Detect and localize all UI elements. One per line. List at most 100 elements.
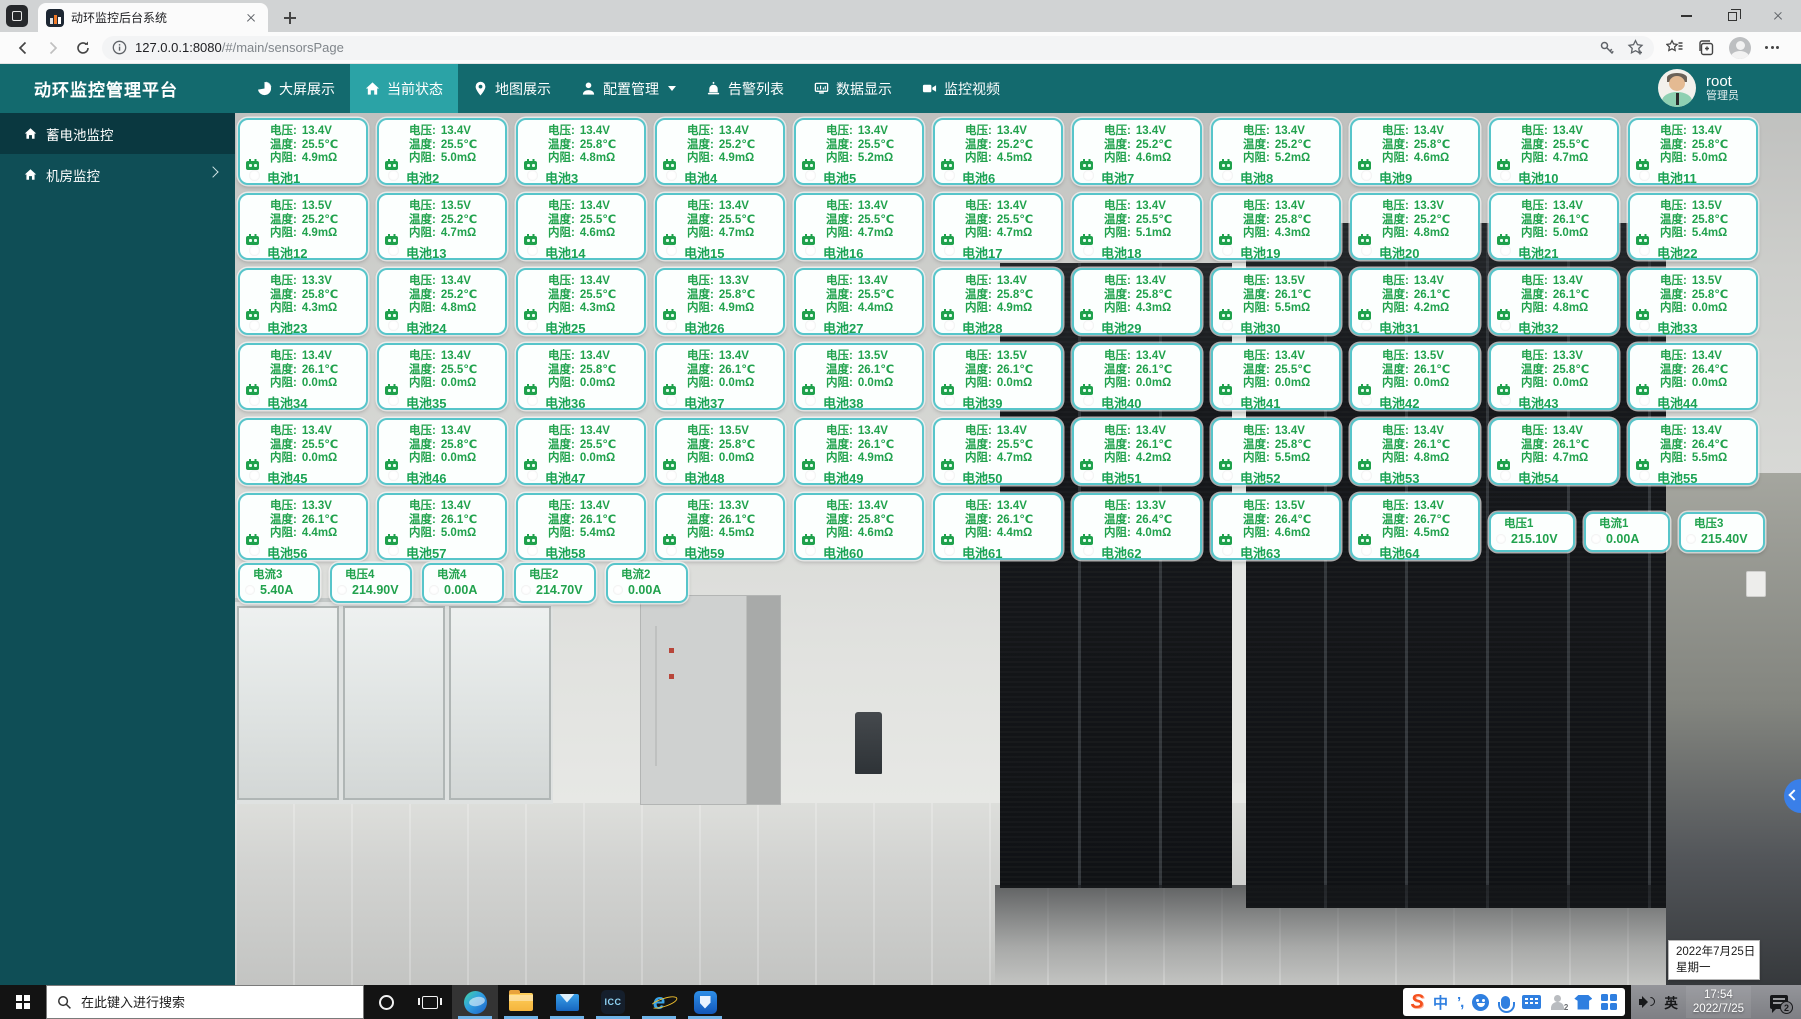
sidebar-item-room-monitor[interactable]: 机房监控	[0, 154, 235, 195]
battery-card[interactable]: 电压:13.4V 温度:25.5℃ 内阻:0.0mΩ 电池47	[516, 418, 646, 485]
soft-keyboard-icon[interactable]	[1522, 995, 1541, 1009]
battery-card[interactable]: 电压:13.4V 温度:25.8℃ 内阻:4.6mΩ 电池60	[794, 493, 924, 560]
battery-card[interactable]: 电压:13.4V 温度:25.2℃ 内阻:4.6mΩ 电池7	[1072, 118, 1202, 185]
emoji-icon[interactable]	[1472, 994, 1489, 1011]
battery-card[interactable]: 电压:13.4V 温度:26.1℃ 内阻:0.0mΩ 电池34	[238, 343, 368, 410]
battery-card[interactable]: 电压:13.4V 温度:25.8℃ 内阻:0.0mΩ 电池46	[377, 418, 507, 485]
sensor-card[interactable]: 电压3 215.40V	[1679, 512, 1765, 552]
battery-card[interactable]: 电压:13.4V 温度:26.4℃ 内阻:5.5mΩ 电池55	[1628, 418, 1758, 485]
sogou-logo-icon[interactable]: S	[1411, 992, 1424, 1012]
taskbar-app-internet-explorer[interactable]: e	[636, 985, 682, 1019]
taskbar-app-security[interactable]	[682, 985, 728, 1019]
battery-card[interactable]: 电压:13.4V 温度:25.5℃ 内阻:0.0mΩ 电池45	[238, 418, 368, 485]
nav-item-video[interactable]: 监控视频	[907, 64, 1015, 113]
battery-card[interactable]: 电压:13.4V 温度:25.8℃ 内阻:4.3mΩ 电池29	[1072, 268, 1202, 335]
battery-card[interactable]: 电压:13.4V 温度:26.1℃ 内阻:4.8mΩ 电池53	[1350, 418, 1480, 485]
battery-card[interactable]: 电压:13.4V 温度:25.5℃ 内阻:5.1mΩ 电池18	[1072, 193, 1202, 260]
volume-icon[interactable]	[1639, 995, 1656, 1009]
battery-card[interactable]: 电压:13.3V 温度:26.1℃ 内阻:4.5mΩ 电池59	[655, 493, 785, 560]
favorites-bar-icon[interactable]	[1666, 39, 1683, 56]
nav-item-alarms[interactable]: 告警列表	[691, 64, 799, 113]
battery-card[interactable]: 电压:13.4V 温度:26.1℃ 内阻:4.2mΩ 电池51	[1072, 418, 1202, 485]
battery-card[interactable]: 电压:13.4V 温度:25.5℃ 内阻:4.6mΩ 电池14	[516, 193, 646, 260]
battery-card[interactable]: 电压:13.4V 温度:25.2℃ 内阻:4.5mΩ 电池6	[933, 118, 1063, 185]
battery-card[interactable]: 电压:13.4V 温度:25.5℃ 内阻:5.2mΩ 电池5	[794, 118, 924, 185]
battery-card[interactable]: 电压:13.4V 温度:26.1℃ 内阻:4.7mΩ 电池54	[1489, 418, 1619, 485]
battery-card[interactable]: 电压:13.4V 温度:25.2℃ 内阻:5.2mΩ 电池8	[1211, 118, 1341, 185]
battery-card[interactable]: 电压:13.4V 温度:25.8℃ 内阻:0.0mΩ 电池36	[516, 343, 646, 410]
search-input[interactable]	[81, 995, 331, 1010]
battery-card[interactable]: 电压:13.5V 温度:25.2℃ 内阻:4.9mΩ 电池12	[238, 193, 368, 260]
sensor-card[interactable]: 电流1 0.00A	[1584, 512, 1670, 552]
taskbar-app-icc[interactable]: ICC	[590, 985, 636, 1019]
battery-card[interactable]: 电压:13.5V 温度:26.1℃ 内阻:0.0mΩ 电池42	[1350, 343, 1480, 410]
battery-card[interactable]: 电压:13.4V 温度:26.1℃ 内阻:0.0mΩ 电池37	[655, 343, 785, 410]
sensor-card[interactable]: 电流3 5.40A	[238, 563, 320, 603]
back-button[interactable]	[8, 35, 38, 61]
battery-card[interactable]: 电压:13.4V 温度:25.8℃ 内阻:4.3mΩ 电池19	[1211, 193, 1341, 260]
nav-item-big-screen[interactable]: 大屏展示	[242, 64, 350, 113]
user-box[interactable]: root 管理员	[1658, 69, 1739, 107]
battery-card[interactable]: 电压:13.4V 温度:26.1℃ 内阻:4.4mΩ 电池61	[933, 493, 1063, 560]
battery-card[interactable]: 电压:13.3V 温度:25.8℃ 内阻:0.0mΩ 电池43	[1489, 343, 1619, 410]
password-key-icon[interactable]	[1599, 40, 1615, 56]
nav-item-data-display[interactable]: 数据显示	[799, 64, 907, 113]
sensor-card[interactable]: 电流2 0.00A	[606, 563, 688, 603]
battery-card[interactable]: 电压:13.4V 温度:25.5℃ 内阻:4.7mΩ 电池15	[655, 193, 785, 260]
battery-card[interactable]: 电压:13.4V 温度:26.1℃ 内阻:0.0mΩ 电池40	[1072, 343, 1202, 410]
ime-punctuation-mode[interactable]: ’,	[1457, 994, 1463, 1011]
ime-toolbox-icon[interactable]	[1601, 994, 1617, 1010]
taskbar-app-file-explorer[interactable]	[498, 985, 544, 1019]
battery-card[interactable]: 电压:13.4V 温度:25.5℃ 内阻:4.4mΩ 电池27	[794, 268, 924, 335]
url-text[interactable]: 127.0.0.1:8080/#/main/sensorsPage	[135, 40, 1599, 55]
battery-card[interactable]: 电压:13.3V 温度:25.8℃ 内阻:4.3mΩ 电池23	[238, 268, 368, 335]
browser-profile-icon[interactable]	[1729, 37, 1751, 59]
battery-card[interactable]: 电压:13.4V 温度:25.5℃ 内阻:4.7mΩ 电池10	[1489, 118, 1619, 185]
battery-card[interactable]: 电压:13.4V 温度:25.5℃ 内阻:4.3mΩ 电池25	[516, 268, 646, 335]
battery-card[interactable]: 电压:13.4V 温度:25.5℃ 内阻:0.0mΩ 电池35	[377, 343, 507, 410]
battery-card[interactable]: 电压:13.5V 温度:26.1℃ 内阻:5.5mΩ 电池30	[1211, 268, 1341, 335]
sensor-card[interactable]: 电压4 214.90V	[330, 563, 412, 603]
microphone-icon[interactable]	[1501, 996, 1510, 1009]
taskbar-app-mail[interactable]	[544, 985, 590, 1019]
nav-item-map[interactable]: 地图展示	[458, 64, 566, 113]
taskbar-clock[interactable]: 17:54 2022/7/25	[1686, 986, 1751, 1018]
battery-card[interactable]: 电压:13.4V 温度:25.8℃ 内阻:5.0mΩ 电池11	[1628, 118, 1758, 185]
battery-card[interactable]: 电压:13.5V 温度:26.1℃ 内阻:0.0mΩ 电池39	[933, 343, 1063, 410]
battery-card[interactable]: 电压:13.4V 温度:26.4℃ 内阻:0.0mΩ 电池44	[1628, 343, 1758, 410]
restore-button[interactable]	[1709, 0, 1755, 32]
battery-card[interactable]: 电压:13.4V 温度:26.1℃ 内阻:5.0mΩ 电池57	[377, 493, 507, 560]
battery-card[interactable]: 电压:13.5V 温度:26.4℃ 内阻:4.6mΩ 电池63	[1211, 493, 1341, 560]
battery-card[interactable]: 电压:13.4V 温度:26.1℃ 内阻:5.4mΩ 电池58	[516, 493, 646, 560]
sensor-card[interactable]: 电压1 215.10V	[1489, 512, 1575, 552]
battery-card[interactable]: 电压:13.5V 温度:25.2℃ 内阻:4.7mΩ 电池13	[377, 193, 507, 260]
address-bar[interactable]: 127.0.0.1:8080/#/main/sensorsPage	[102, 36, 1654, 60]
battery-card[interactable]: 电压:13.4V 温度:25.2℃ 内阻:4.8mΩ 电池24	[377, 268, 507, 335]
battery-card[interactable]: 电压:13.3V 温度:26.4℃ 内阻:4.0mΩ 电池62	[1072, 493, 1202, 560]
battery-card[interactable]: 电压:13.4V 温度:26.1℃ 内阻:4.9mΩ 电池49	[794, 418, 924, 485]
cortana-button[interactable]	[364, 985, 408, 1019]
nav-item-config[interactable]: 配置管理	[566, 64, 691, 113]
ime-chinese-mode[interactable]: 中	[1433, 992, 1448, 1013]
ime-account-icon[interactable]: 2	[1550, 995, 1565, 1010]
refresh-button[interactable]	[68, 35, 98, 61]
battery-card[interactable]: 电压:13.4V 温度:26.1℃ 内阻:4.8mΩ 电池32	[1489, 268, 1619, 335]
battery-card[interactable]: 电压:13.4V 温度:25.8℃ 内阻:4.6mΩ 电池9	[1350, 118, 1480, 185]
browser-menu-icon[interactable]	[1765, 46, 1779, 49]
battery-card[interactable]: 电压:13.4V 温度:25.5℃ 内阻:4.7mΩ 电池17	[933, 193, 1063, 260]
battery-card[interactable]: 电压:13.4V 温度:25.5℃ 内阻:0.0mΩ 电池41	[1211, 343, 1341, 410]
sensor-card[interactable]: 电压2 214.70V	[514, 563, 596, 603]
sensor-card[interactable]: 电流4 0.00A	[422, 563, 504, 603]
new-tab-button[interactable]	[280, 8, 300, 28]
battery-card[interactable]: 电压:13.4V 温度:26.7℃ 内阻:4.5mΩ 电池64	[1350, 493, 1480, 560]
task-view-button[interactable]	[408, 985, 452, 1019]
notification-center-button[interactable]: 2	[1759, 985, 1799, 1019]
ime-skin-icon[interactable]	[1574, 995, 1592, 1010]
battery-card[interactable]: 电压:13.4V 温度:25.8℃ 内阻:4.8mΩ 电池3	[516, 118, 646, 185]
close-button[interactable]	[1755, 0, 1801, 32]
battery-card[interactable]: 电压:13.3V 温度:25.2℃ 内阻:4.8mΩ 电池20	[1350, 193, 1480, 260]
battery-card[interactable]: 电压:13.4V 温度:25.5℃ 内阻:4.7mΩ 电池16	[794, 193, 924, 260]
battery-card[interactable]: 电压:13.4V 温度:25.8℃ 内阻:4.9mΩ 电池28	[933, 268, 1063, 335]
battery-card[interactable]: 电压:13.5V 温度:25.8℃ 内阻:0.0mΩ 电池33	[1628, 268, 1758, 335]
battery-card[interactable]: 电压:13.5V 温度:25.8℃ 内阻:5.4mΩ 电池22	[1628, 193, 1758, 260]
